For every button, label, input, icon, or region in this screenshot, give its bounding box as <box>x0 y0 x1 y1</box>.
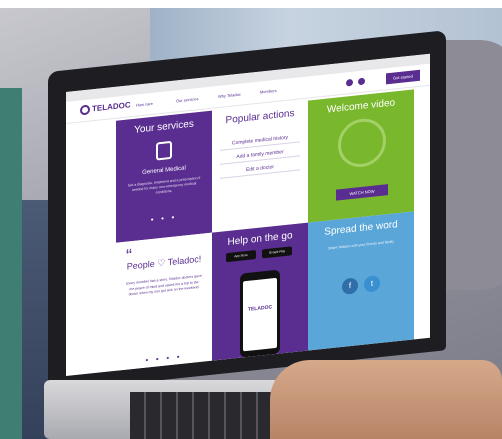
video-title: Welcome video <box>326 97 396 116</box>
tile-welcome-video[interactable]: Welcome video WATCH NOW <box>308 89 414 223</box>
phone-logo: TELADOC <box>247 304 273 313</box>
top-border <box>0 0 502 8</box>
nav-link-1[interactable]: Our services <box>176 96 198 103</box>
teal-side-panel <box>0 88 22 439</box>
twitter-icon[interactable]: t <box>364 274 380 293</box>
nav-link-3[interactable]: Members <box>260 88 277 95</box>
get-started-button[interactable]: Get started <box>386 69 420 85</box>
tile-testimonial: “ People ♡ Teladoc! Every member has a s… <box>116 232 212 371</box>
services-text: Get a diagnosis, treatment and a prescri… <box>127 175 201 195</box>
app-store-badge[interactable]: App Store <box>226 250 256 263</box>
play-icon[interactable] <box>338 116 386 170</box>
laptop-screen: TELADOC How care Our services Why Telado… <box>66 53 430 376</box>
phone-screen: TELADOC <box>243 277 277 352</box>
notification-icon[interactable] <box>358 77 365 86</box>
tile-popular-actions: Popular actions Complete medical history… <box>212 100 308 233</box>
spread-text: Share Teladoc with your friends and fami… <box>328 239 394 251</box>
action-link-2[interactable]: Edit a doctor <box>220 161 300 179</box>
actions-title: Popular actions <box>225 107 295 127</box>
photo-stage: TELADOC How care Our services Why Telado… <box>0 0 502 439</box>
tile-your-services[interactable]: Your services General Medical Get a diag… <box>116 110 212 243</box>
facebook-icon[interactable]: f <box>342 277 358 295</box>
tile-spread-the-word: Spread the word Share Teladoc with your … <box>308 211 414 351</box>
nav-link-0[interactable]: How care <box>136 101 153 108</box>
carousel-dots[interactable]: ● ● ● <box>116 211 212 227</box>
nav-link-2[interactable]: Why Teladoc <box>218 92 241 99</box>
google-play-badge[interactable]: Google Play <box>262 246 292 259</box>
clipboard-icon <box>156 140 172 161</box>
watch-now-button[interactable]: WATCH NOW <box>336 184 388 201</box>
spread-title: Spread the word <box>324 219 398 238</box>
help-title: Help on the go <box>227 230 293 249</box>
logo-text: TELADOC <box>92 100 131 114</box>
tile-help-on-the-go: Help on the go App Store Google Play TEL… <box>212 222 308 361</box>
profile-icon[interactable] <box>346 78 353 87</box>
testimonial-text: Every member has a story. Teladoc doctor… <box>126 273 202 297</box>
services-title: Your services <box>134 118 194 136</box>
person-hands <box>270 360 502 439</box>
phone-image: TELADOC <box>240 269 280 358</box>
logo-icon <box>80 104 90 116</box>
site-logo[interactable]: TELADOC <box>80 100 131 116</box>
